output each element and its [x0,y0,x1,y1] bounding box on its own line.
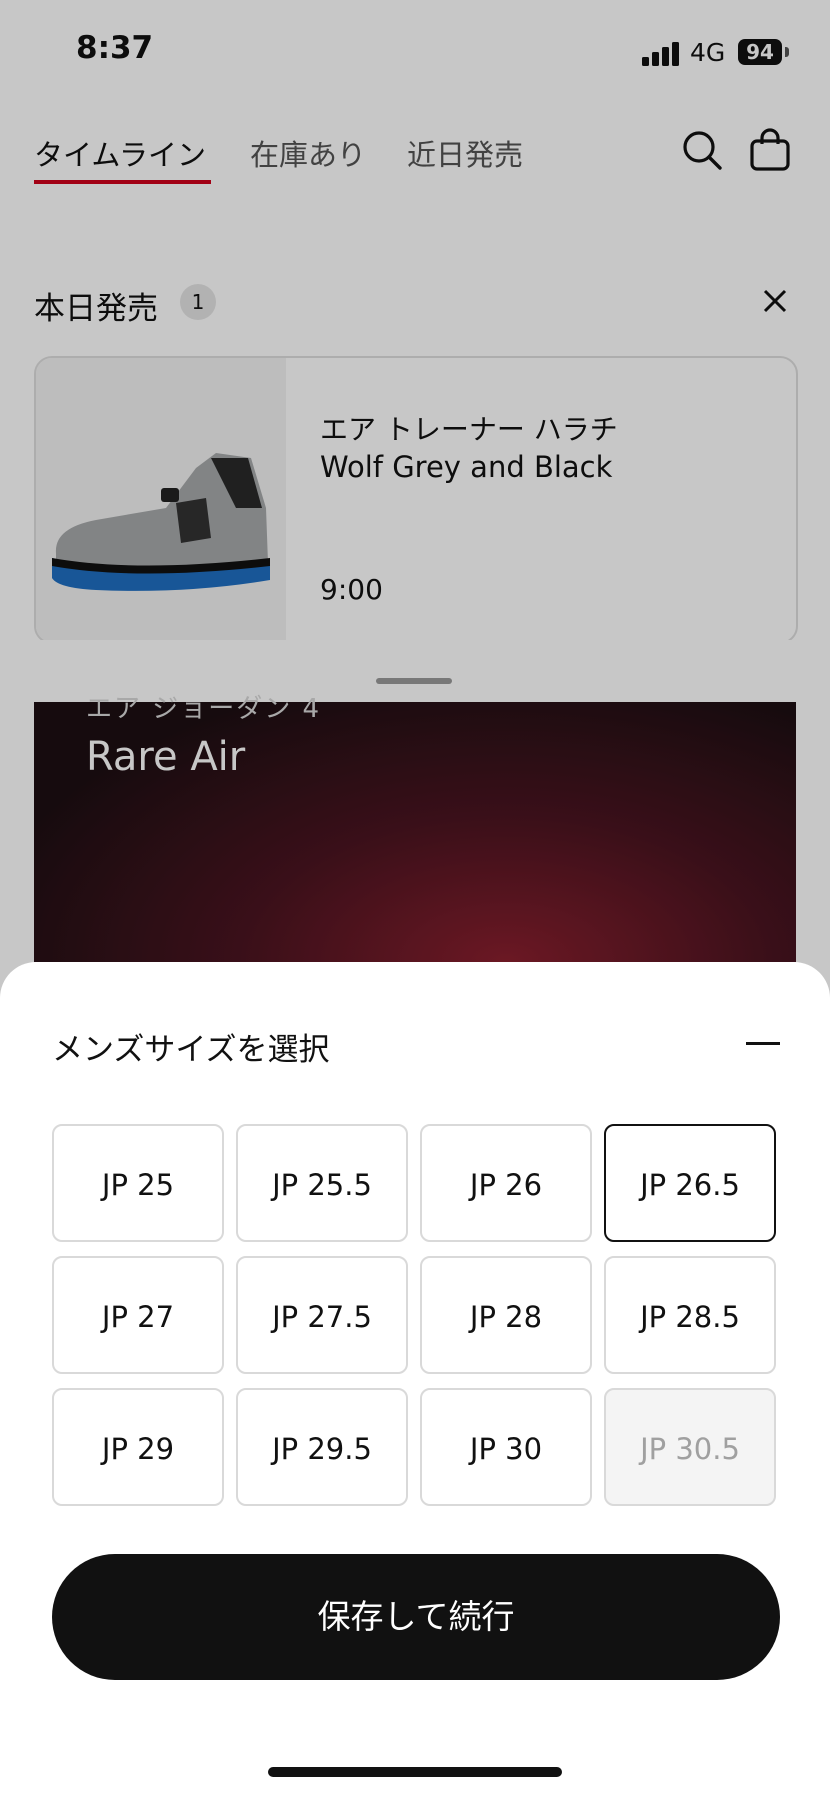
size-option[interactable]: JP 29.5 [236,1388,408,1506]
size-picker-sheet: メンズサイズを選択 JP 25 JP 25.5 JP 26 JP 26.5 JP… [0,962,830,1796]
size-option[interactable]: JP 30 [420,1388,592,1506]
app-screen: 8:37 4G 94 タイムライン 在庫あり 近日発売 本日発売 1 エア トレ… [0,0,830,1796]
size-option[interactable]: JP 27 [52,1256,224,1374]
save-continue-button[interactable]: 保存して続行 [52,1554,780,1680]
size-option[interactable]: JP 28 [420,1256,592,1374]
minus-icon[interactable] [746,1042,780,1045]
size-option[interactable]: JP 25 [52,1124,224,1242]
size-option-disabled: JP 30.5 [604,1388,776,1506]
size-picker-title: メンズサイズを選択 [52,1032,330,1068]
size-option[interactable]: JP 26 [420,1124,592,1242]
size-option[interactable]: JP 28.5 [604,1256,776,1374]
home-indicator [268,1767,562,1777]
size-option[interactable]: JP 27.5 [236,1256,408,1374]
size-option[interactable]: JP 29 [52,1388,224,1506]
size-option-selected[interactable]: JP 26.5 [604,1124,776,1242]
size-option[interactable]: JP 25.5 [236,1124,408,1242]
